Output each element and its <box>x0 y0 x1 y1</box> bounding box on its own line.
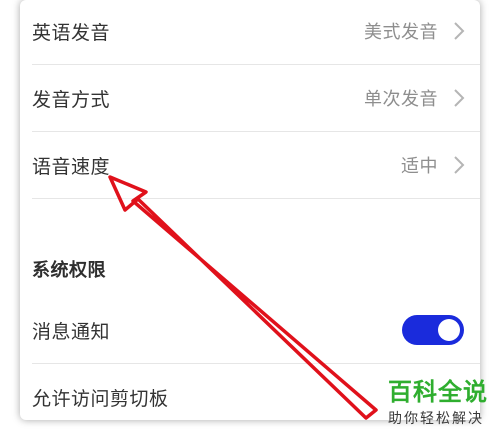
watermark-logo: 百科全说 助你轻松解决 <box>376 372 488 436</box>
watermark-sub-text: 助你轻松解决 <box>388 411 484 427</box>
watermark-main-text: 百科全说 <box>388 378 488 406</box>
